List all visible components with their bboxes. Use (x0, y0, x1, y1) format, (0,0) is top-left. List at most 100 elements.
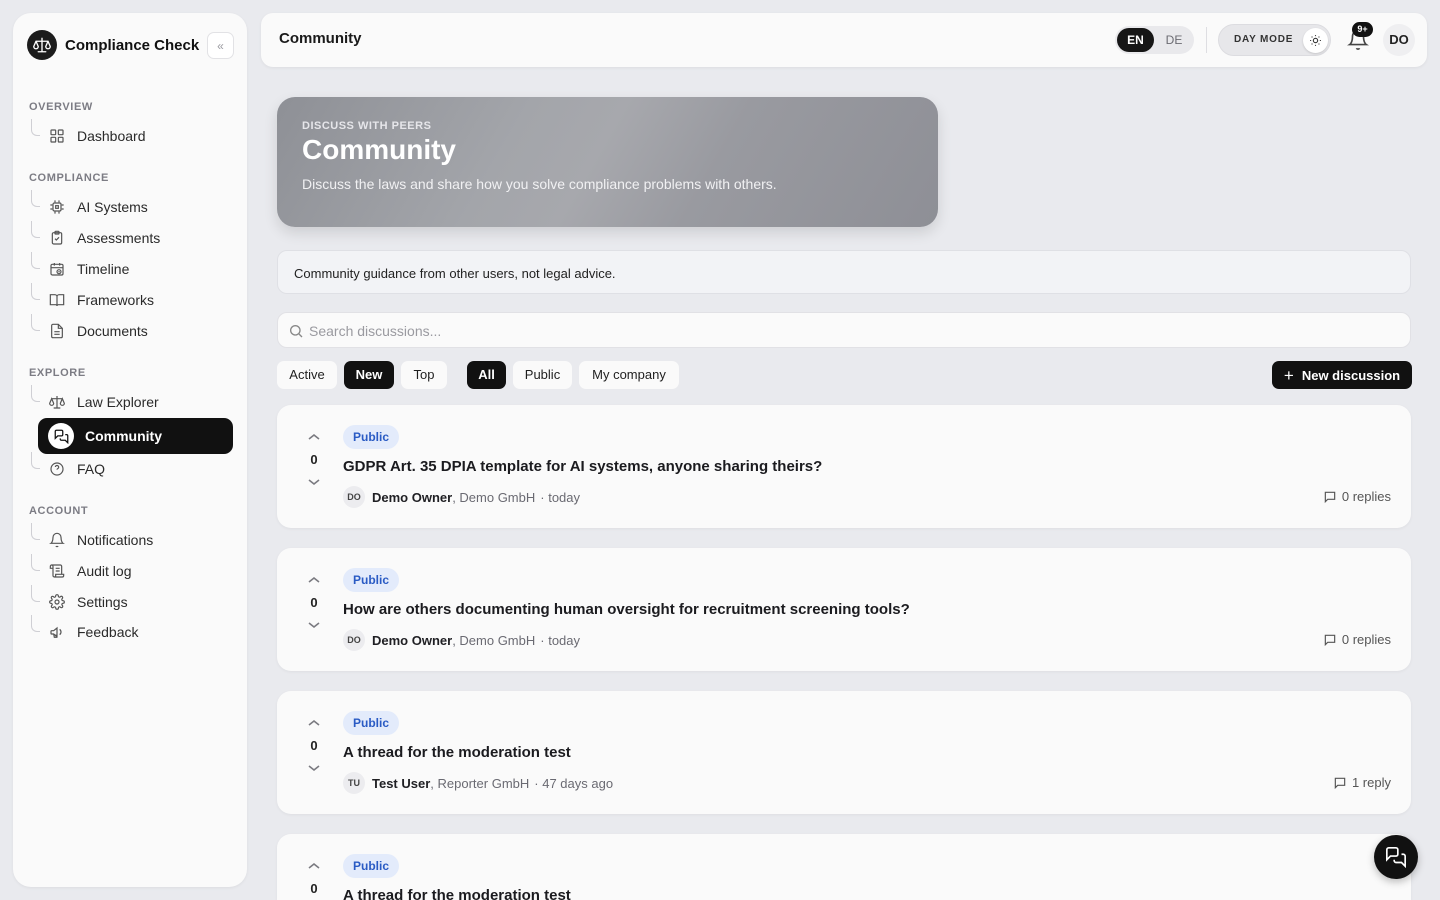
section-explore: EXPLORE (29, 367, 86, 379)
vote-count: 0 (310, 738, 318, 753)
language-switch[interactable]: EN DE (1115, 26, 1194, 54)
downvote-icon[interactable] (307, 477, 321, 487)
thread-title[interactable]: GDPR Art. 35 DPIA template for AI system… (343, 458, 822, 475)
sidebar-item-faq[interactable]: FAQ (31, 452, 231, 484)
book-open-icon (49, 294, 65, 307)
comment-icon (1324, 634, 1336, 646)
search-icon (290, 325, 303, 338)
chat-assistant-button[interactable] (1374, 835, 1418, 879)
reply-count-label: 1 reply (1351, 775, 1391, 790)
author-name: Demo Owner (372, 632, 453, 648)
sidebar-item-community[interactable]: Community (38, 418, 233, 454)
theme-toggle[interactable]: DAY MODE (1218, 24, 1331, 56)
sidebar-item-label: FAQ (77, 461, 106, 477)
thread-title[interactable]: How are others documenting human oversig… (343, 601, 910, 618)
sidebar-item-label: Audit log (77, 563, 132, 579)
collapse-sidebar-button[interactable]: « (207, 32, 234, 59)
reply-count: 1 reply (1333, 775, 1391, 790)
divider (1206, 27, 1207, 53)
sidebar-item-label: Law Explorer (77, 394, 159, 410)
thread-card[interactable]: 0 Public GDPR Art. 35 DPIA template for … (277, 405, 1411, 528)
upvote-icon[interactable] (307, 718, 321, 728)
search-bar (277, 312, 1411, 348)
upvote-icon[interactable] (307, 432, 321, 442)
messages-icon (48, 423, 74, 449)
search-input[interactable] (309, 319, 1309, 343)
sidebar-item-audit-log[interactable]: Audit log (31, 554, 231, 586)
author-avatar: TU (343, 772, 365, 794)
vote-count: 0 (310, 452, 318, 467)
new-discussion-label: New discussion (1301, 367, 1401, 383)
downvote-icon[interactable] (307, 763, 321, 773)
hero-title: Community (302, 134, 456, 165)
sidebar-item-timeline[interactable]: Timeline (31, 252, 231, 284)
help-circle-icon (50, 462, 64, 476)
author-company: , Demo GmbH (452, 632, 536, 648)
grid-icon (50, 129, 64, 143)
messages-icon (1386, 847, 1406, 868)
app-name: Compliance Check (65, 36, 200, 54)
notification-count-badge: 9+ (1352, 22, 1373, 37)
thread-meta: DO Demo Owner , Demo GmbH · today (343, 629, 580, 651)
lang-en-button[interactable]: EN (1117, 28, 1154, 52)
file-text-icon (51, 323, 63, 339)
scope-all-tab[interactable]: All (467, 361, 506, 389)
sidebar-item-label: Feedback (77, 624, 139, 640)
top-bar: Community EN DE DAY MODE 9+ DO (261, 13, 1427, 67)
thread-meta: DO Demo Owner , Demo GmbH · today (343, 486, 580, 508)
comment-icon (1334, 777, 1346, 789)
sidebar-item-settings[interactable]: Settings (31, 585, 231, 617)
thread-time: · 47 days ago (534, 775, 614, 791)
downvote-icon[interactable] (307, 620, 321, 630)
new-discussion-button[interactable]: + New discussion (1272, 361, 1412, 389)
vote-count: 0 (310, 881, 318, 896)
section-compliance: COMPLIANCE (29, 172, 109, 184)
user-avatar[interactable]: DO (1383, 24, 1415, 56)
megaphone-icon (50, 626, 62, 638)
sidebar-item-label: Frameworks (77, 292, 155, 308)
thread-title[interactable]: A thread for the moderation test (343, 887, 571, 900)
upvote-icon[interactable] (307, 861, 321, 871)
sidebar-item-assessments[interactable]: Assessments (31, 221, 231, 253)
disclaimer-notice: Community guidance from other users, not… (277, 250, 1411, 294)
author-company: , Reporter GmbH (430, 775, 530, 791)
lang-de-button[interactable]: DE (1156, 28, 1192, 52)
sort-active-tab[interactable]: Active (277, 361, 337, 389)
sidebar: Compliance Check « OVERVIEW Dashboard CO… (13, 13, 247, 887)
sort-new-tab[interactable]: New (344, 361, 394, 389)
page-title: Community (279, 30, 362, 47)
brand[interactable]: Compliance Check (27, 30, 199, 60)
sidebar-item-label: Assessments (77, 230, 161, 246)
sidebar-item-label: Timeline (77, 261, 130, 277)
upvote-icon[interactable] (307, 575, 321, 585)
comment-icon (1324, 491, 1336, 503)
thread-meta: TU Test User , Reporter GmbH · 47 days a… (343, 772, 613, 794)
thread-card[interactable]: 0 Public How are others documenting huma… (277, 548, 1411, 671)
hero-subtitle: Discuss the laws and share how you solve… (302, 176, 777, 192)
section-overview: OVERVIEW (29, 101, 93, 113)
sidebar-item-frameworks[interactable]: Frameworks (31, 283, 231, 315)
sidebar-item-label: Notifications (77, 532, 154, 548)
hero-banner: DISCUSS WITH PEERS Community Discuss the… (277, 97, 938, 227)
theme-toggle-label: DAY MODE (1234, 34, 1294, 45)
scope-my-company-tab[interactable]: My company (579, 361, 679, 389)
bell-icon (49, 532, 65, 548)
sidebar-item-law-explorer[interactable]: Law Explorer (31, 385, 231, 417)
thread-time: · today (540, 489, 581, 505)
thread-time: · today (540, 632, 581, 648)
sidebar-item-label: Dashboard (77, 128, 146, 144)
thread-card[interactable]: 0 Public A thread for the moderation tes… (277, 691, 1411, 814)
sidebar-item-ai-systems[interactable]: AI Systems (31, 190, 231, 222)
sidebar-item-notifications[interactable]: Notifications (31, 523, 231, 555)
scope-public-tab[interactable]: Public (513, 361, 572, 389)
reply-count-label: 0 replies (1341, 489, 1391, 504)
sort-top-tab[interactable]: Top (401, 361, 447, 389)
thread-card[interactable]: 0 Public A thread for the moderation tes… (277, 834, 1411, 900)
section-account: ACCOUNT (29, 505, 89, 517)
scale-icon (49, 396, 65, 409)
visibility-badge: Public (343, 854, 400, 878)
sidebar-item-dashboard[interactable]: Dashboard (31, 119, 231, 151)
thread-title[interactable]: A thread for the moderation test (343, 744, 571, 761)
sidebar-item-feedback[interactable]: Feedback (31, 615, 231, 647)
sidebar-item-documents[interactable]: Documents (31, 314, 231, 346)
